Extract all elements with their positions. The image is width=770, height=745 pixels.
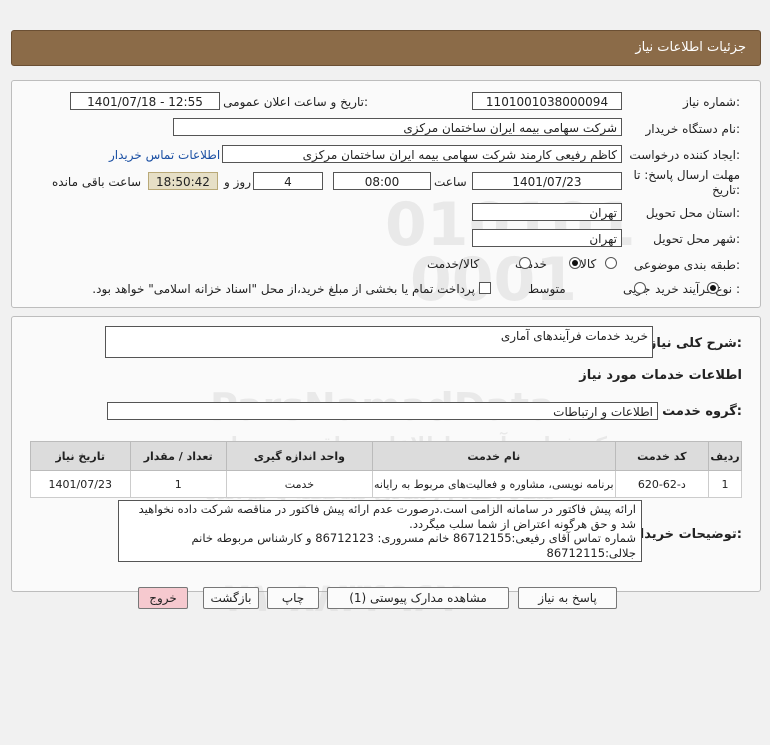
- cell-unit: خدمت: [225, 470, 373, 498]
- cell-qty: 1: [129, 470, 227, 498]
- category-radio-goods-service[interactable]: [518, 257, 531, 269]
- deadline-label-date: تاریخ:: [712, 183, 740, 197]
- exit-button[interactable]: خروج: [138, 587, 188, 609]
- buyer-org-label: نام دستگاه خریدار:: [645, 122, 741, 136]
- need-summary-field: خرید خدمات فرآیندهای آماری: [105, 326, 653, 358]
- cell-name: برنامه نویسی، مشاوره و فعالیت‌های مربوط …: [371, 470, 616, 498]
- col-name: نام خدمت: [371, 441, 616, 471]
- col-date: تاریخ نیاز: [30, 441, 131, 471]
- delivery-province-field: تهران: [472, 203, 622, 221]
- category-radio-service[interactable]: [568, 257, 581, 269]
- buyer-notes-line: شد و حق هرگونه اعتراض از شما سلب میگردد.: [409, 516, 636, 531]
- announce-field: 1401/07/18 - 12:55: [70, 92, 220, 110]
- col-code: کد خدمت: [614, 441, 710, 471]
- remaining-label: ساعت باقی مانده: [52, 175, 142, 189]
- table-row: 1 د-62-620 برنامه نویسی، مشاوره و فعالیت…: [30, 470, 742, 498]
- col-row: ردیف: [708, 441, 742, 471]
- remaining-days-field: 4: [253, 172, 323, 190]
- treasury-payment-checkbox[interactable]: [479, 282, 491, 294]
- days-label: روز و: [224, 175, 251, 189]
- category-option-goods-service: کالا/خدمت: [427, 257, 480, 271]
- need-summary-text: خرید خدمات فرآیندهای آماری: [500, 329, 648, 343]
- treasury-payment-note: پرداخت تمام یا بخشی از مبلغ خرید،از محل …: [92, 282, 475, 296]
- print-button[interactable]: چاپ: [267, 587, 319, 609]
- need-number-field: 1101001038000094: [472, 92, 622, 110]
- col-qty: تعداد / مقدار: [129, 441, 227, 471]
- back-button[interactable]: بازگشت: [203, 587, 259, 609]
- buyer-notes-line: ارائه پیش فاکتور در سامانه الزامی است.در…: [138, 502, 636, 516]
- deadline-date-field: 1401/07/23: [472, 172, 622, 190]
- page-title: جزئیات اطلاعات نیاز: [635, 40, 746, 55]
- cell-code: د-62-620: [614, 470, 710, 498]
- deadline-time-field: 08:00: [333, 172, 431, 190]
- need-summary-label: شرح کلی نیاز:: [648, 336, 742, 351]
- service-group-field: اطلاعات و ارتباطات: [107, 402, 658, 420]
- buyer-notes-line: جلالی:86712115: [546, 545, 636, 560]
- services-section-title: اطلاعات خدمات مورد نیاز: [579, 368, 742, 383]
- need-number-label: شماره نیاز:: [682, 95, 740, 109]
- announce-label: تاریخ و ساعت اعلان عمومی:: [223, 95, 368, 109]
- need-info-panel: [11, 80, 761, 308]
- delivery-province-label: استان محل تحویل:: [645, 206, 740, 220]
- buyer-notes-label: توضیحات خریدار:: [632, 527, 742, 542]
- process-type-label: نوع فرآیند خرید :: [655, 282, 740, 296]
- remaining-time-field: 18:50:42: [148, 172, 218, 190]
- process-option-medium: متوسط: [528, 282, 566, 296]
- deadline-label: مهلت ارسال پاسخ: تا: [633, 168, 740, 182]
- cell-row: 1: [708, 470, 742, 498]
- category-radio-goods[interactable]: [605, 257, 617, 269]
- category-label: طبقه بندی موضوعی:: [633, 258, 740, 272]
- col-unit: واحد اندازه گیری: [225, 441, 373, 471]
- requester-label: ایجاد کننده درخواست:: [629, 148, 740, 162]
- deadline-time-label: ساعت: [434, 175, 467, 189]
- buyer-contact-link[interactable]: اطلاعات تماس خریدار: [109, 148, 220, 162]
- delivery-city-label: شهر محل تحویل:: [653, 232, 740, 246]
- buyer-notes-line: شماره تماس آقای رفیعی:86712155 خانم مسرو…: [191, 531, 636, 545]
- services-table-header: ردیف کد خدمت نام خدمت واحد اندازه گیری ت…: [30, 441, 742, 471]
- service-group-label: گروه خدمت:: [662, 404, 742, 419]
- category-option-goods: کالا: [580, 257, 597, 271]
- buyer-org-field: شرکت سهامی بیمه ایران ساختمان مرکزی: [173, 118, 622, 136]
- attachments-button[interactable]: مشاهده مدارک پیوستی (1): [327, 587, 509, 609]
- page-title-bar: جزئیات اطلاعات نیاز: [11, 30, 761, 66]
- cell-date: 1401/07/23: [30, 470, 131, 498]
- services-table: ردیف کد خدمت نام خدمت واحد اندازه گیری ت…: [30, 441, 742, 498]
- delivery-city-field: تهران: [472, 229, 622, 247]
- requester-field: کاظم رفیعی کارمند شرکت سهامی بیمه ایران …: [222, 145, 622, 163]
- buyer-notes-box: ارائه پیش فاکتور در سامانه الزامی است.در…: [118, 500, 642, 562]
- reply-button[interactable]: پاسخ به نیاز: [518, 587, 617, 609]
